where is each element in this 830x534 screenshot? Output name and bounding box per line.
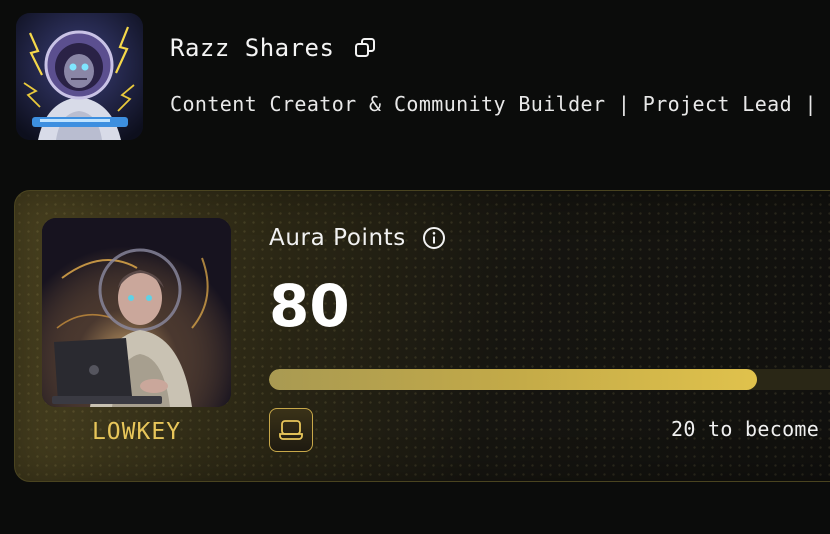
profile-page: Razz Shares Content Creator & Community … [0, 0, 830, 534]
aura-label-row: Aura Points [269, 225, 446, 251]
profile-avatar [16, 13, 143, 140]
astronaut-avatar-icon [16, 13, 143, 140]
info-icon [422, 227, 445, 249]
aura-points-label: Aura Points [269, 225, 406, 251]
rank-name: LOWKEY [91, 419, 182, 445]
next-rank-text: 20 to become [671, 417, 820, 441]
info-button[interactable] [422, 226, 446, 250]
copy-icon [355, 38, 376, 57]
profile-name: Razz Shares [170, 34, 335, 62]
aura-progress-fill [269, 369, 757, 390]
astronaut-laptop-illustration [42, 218, 231, 407]
rank-avatar [42, 218, 231, 407]
aura-points-card: LOWKEY Aura Points 80 20 to become [14, 190, 830, 482]
aura-progress-bar [269, 369, 830, 390]
profile-name-row: Razz Shares [170, 34, 378, 62]
laptop-icon [279, 420, 303, 440]
rank-badge-button[interactable] [269, 408, 313, 452]
profile-bio: Content Creator & Community Builder | Pr… [170, 92, 817, 116]
aura-points-value: 80 [269, 272, 350, 340]
copy-button[interactable] [352, 35, 378, 61]
